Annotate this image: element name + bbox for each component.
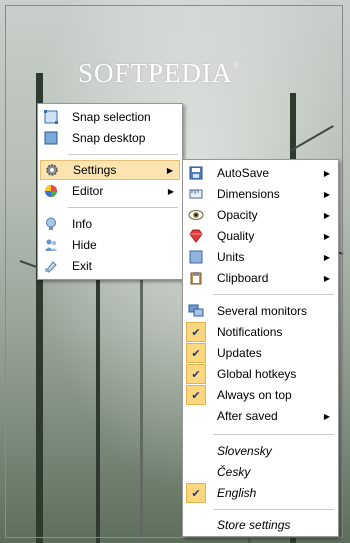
menu-item-label: Editor xyxy=(72,184,104,198)
menu-item-lang-english[interactable]: ✔ English xyxy=(185,483,336,503)
menu-item-after-saved[interactable]: After saved ▶ xyxy=(185,406,336,426)
menu-item-snap-desktop[interactable]: Snap desktop xyxy=(40,128,180,148)
clipboard-icon xyxy=(188,270,204,286)
menu-item-label: Hide xyxy=(72,238,97,252)
submenu-arrow-icon: ▶ xyxy=(323,411,330,421)
menu-item-lang-slovensky[interactable]: Slovensky xyxy=(185,441,336,461)
menu-item-label: Snap desktop xyxy=(72,131,146,145)
save-icon xyxy=(188,165,204,181)
ruler-icon xyxy=(188,186,204,202)
menu-item-label: Clipboard xyxy=(217,271,269,285)
checkmark-icon: ✔ xyxy=(186,364,206,384)
menu-item-dimensions[interactable]: Dimensions ▶ xyxy=(185,184,336,204)
submenu-arrow-icon: ▶ xyxy=(323,189,330,199)
submenu-arrow-icon: ▶ xyxy=(323,168,330,178)
submenu-arrow-icon: ▶ xyxy=(323,273,330,283)
eye-icon xyxy=(188,207,204,223)
menu-item-label: Slovensky xyxy=(217,444,272,458)
menu-item-label: Units xyxy=(217,250,245,264)
menu-separator xyxy=(213,294,334,295)
menu-item-notifications[interactable]: ✔ Notifications xyxy=(185,322,336,342)
menu-item-label: Notifications xyxy=(217,325,283,339)
settings-submenu: AutoSave ▶ Dimensions ▶ Opacity ▶ Qualit… xyxy=(182,159,339,537)
menu-item-label: Exit xyxy=(72,259,93,273)
gear-icon xyxy=(44,162,60,178)
checkmark-icon: ✔ xyxy=(186,343,206,363)
menu-item-label: Dimensions xyxy=(217,187,280,201)
softpedia-logo: SOFTPEDIA® xyxy=(78,58,241,88)
color-wheel-icon xyxy=(43,183,59,199)
menu-item-lang-cesky[interactable]: Česky xyxy=(185,462,336,482)
menu-item-label: Quality xyxy=(217,229,255,243)
menu-item-clipboard[interactable]: Clipboard ▶ xyxy=(185,268,336,288)
menu-item-global-hotkeys[interactable]: ✔ Global hotkeys xyxy=(185,364,336,384)
menu-item-updates[interactable]: ✔ Updates xyxy=(185,343,336,363)
menu-separator xyxy=(213,434,334,435)
lightbulb-icon xyxy=(43,216,59,232)
submenu-arrow-icon: ▶ xyxy=(323,252,330,262)
menu-item-autosave[interactable]: AutoSave ▶ xyxy=(185,163,336,183)
menu-separator xyxy=(213,509,334,510)
menu-item-info[interactable]: Info xyxy=(40,214,180,234)
menu-item-label: Updates xyxy=(217,346,262,360)
menu-item-label: English xyxy=(217,486,257,500)
menu-separator xyxy=(68,207,178,208)
gem-icon xyxy=(188,228,204,244)
people-icon xyxy=(43,237,59,253)
menu-item-label: Snap selection xyxy=(72,110,151,124)
submenu-arrow-icon: ▶ xyxy=(167,186,174,196)
menu-item-label: Info xyxy=(72,217,93,231)
submenu-arrow-icon: ▶ xyxy=(166,165,173,175)
snap-selection-icon xyxy=(43,109,59,125)
exit-icon xyxy=(43,258,59,274)
menu-item-settings[interactable]: Settings ▶ xyxy=(40,160,180,180)
checkmark-icon: ✔ xyxy=(186,385,206,405)
menu-separator xyxy=(68,154,178,155)
menu-item-snap-selection[interactable]: Snap selection xyxy=(40,107,180,127)
main-context-menu: Snap selection Snap desktop Settings ▶ E… xyxy=(37,103,183,280)
menu-item-label: Always on top xyxy=(217,388,292,402)
snap-desktop-icon xyxy=(43,130,59,146)
menu-item-units[interactable]: Units ▶ xyxy=(185,247,336,267)
menu-item-label: Settings xyxy=(73,163,117,177)
units-icon xyxy=(188,249,204,265)
menu-item-label: Opacity xyxy=(217,208,258,222)
menu-item-label: After saved xyxy=(217,409,278,423)
submenu-arrow-icon: ▶ xyxy=(323,210,330,220)
menu-item-store-settings[interactable]: Store settings xyxy=(185,515,336,535)
menu-item-hide[interactable]: Hide xyxy=(40,235,180,255)
menu-item-always-on-top[interactable]: ✔ Always on top xyxy=(185,385,336,405)
monitors-icon xyxy=(188,303,204,319)
checkmark-icon: ✔ xyxy=(186,483,206,503)
menu-item-several-monitors[interactable]: Several monitors xyxy=(185,301,336,321)
menu-item-label: Several monitors xyxy=(217,304,308,318)
checkmark-icon: ✔ xyxy=(186,322,206,342)
menu-item-editor[interactable]: Editor ▶ xyxy=(40,181,180,201)
menu-item-label: AutoSave xyxy=(217,166,270,180)
submenu-arrow-icon: ▶ xyxy=(323,231,330,241)
menu-item-label: Česky xyxy=(217,465,251,479)
menu-item-exit[interactable]: Exit xyxy=(40,256,180,276)
menu-item-quality[interactable]: Quality ▶ xyxy=(185,226,336,246)
menu-item-label: Store settings xyxy=(217,518,291,532)
menu-item-opacity[interactable]: Opacity ▶ xyxy=(185,205,336,225)
menu-item-label: Global hotkeys xyxy=(217,367,297,381)
